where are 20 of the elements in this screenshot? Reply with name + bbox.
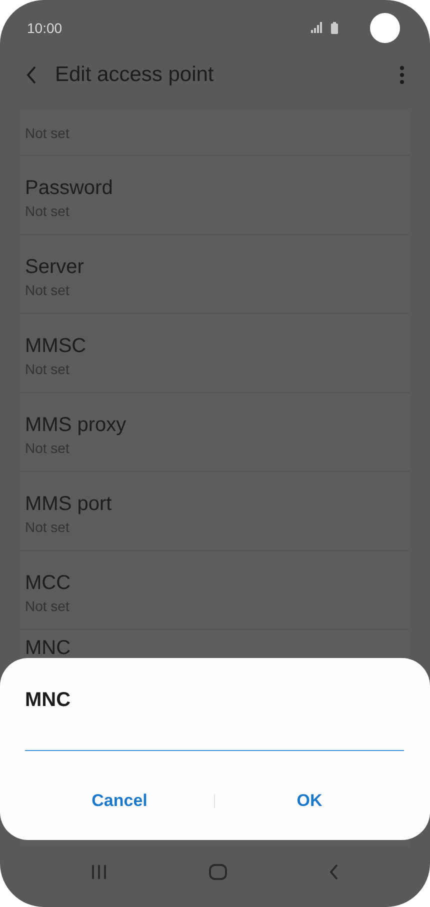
dialog-button[interactable]: Cancel xyxy=(25,785,214,817)
dialog-button[interactable]: OK xyxy=(215,785,404,817)
back-icon[interactable] xyxy=(26,66,37,84)
setting-label[interactable]: MMSC xyxy=(25,334,405,358)
signal-icon xyxy=(311,22,323,33)
home-icon[interactable] xyxy=(209,864,227,880)
more-icon[interactable] xyxy=(400,66,404,84)
setting-label[interactable]: Password xyxy=(25,176,405,200)
setting-label[interactable]: MMS proxy xyxy=(25,413,405,437)
screen-title: Edit access point xyxy=(55,63,215,87)
status-time: 10:00 xyxy=(27,20,64,36)
setting-label[interactable]: MNC xyxy=(25,636,405,660)
setting-label[interactable]: Server xyxy=(25,255,405,279)
dialog-title: MNC xyxy=(25,689,72,712)
setting-label[interactable]: MMS port xyxy=(25,492,405,516)
recent-apps-icon[interactable] xyxy=(91,864,107,880)
battery-icon xyxy=(331,22,338,34)
back-nav-icon[interactable] xyxy=(329,864,339,880)
setting-label[interactable]: MCC xyxy=(25,571,405,595)
camera-cutout xyxy=(370,12,400,42)
